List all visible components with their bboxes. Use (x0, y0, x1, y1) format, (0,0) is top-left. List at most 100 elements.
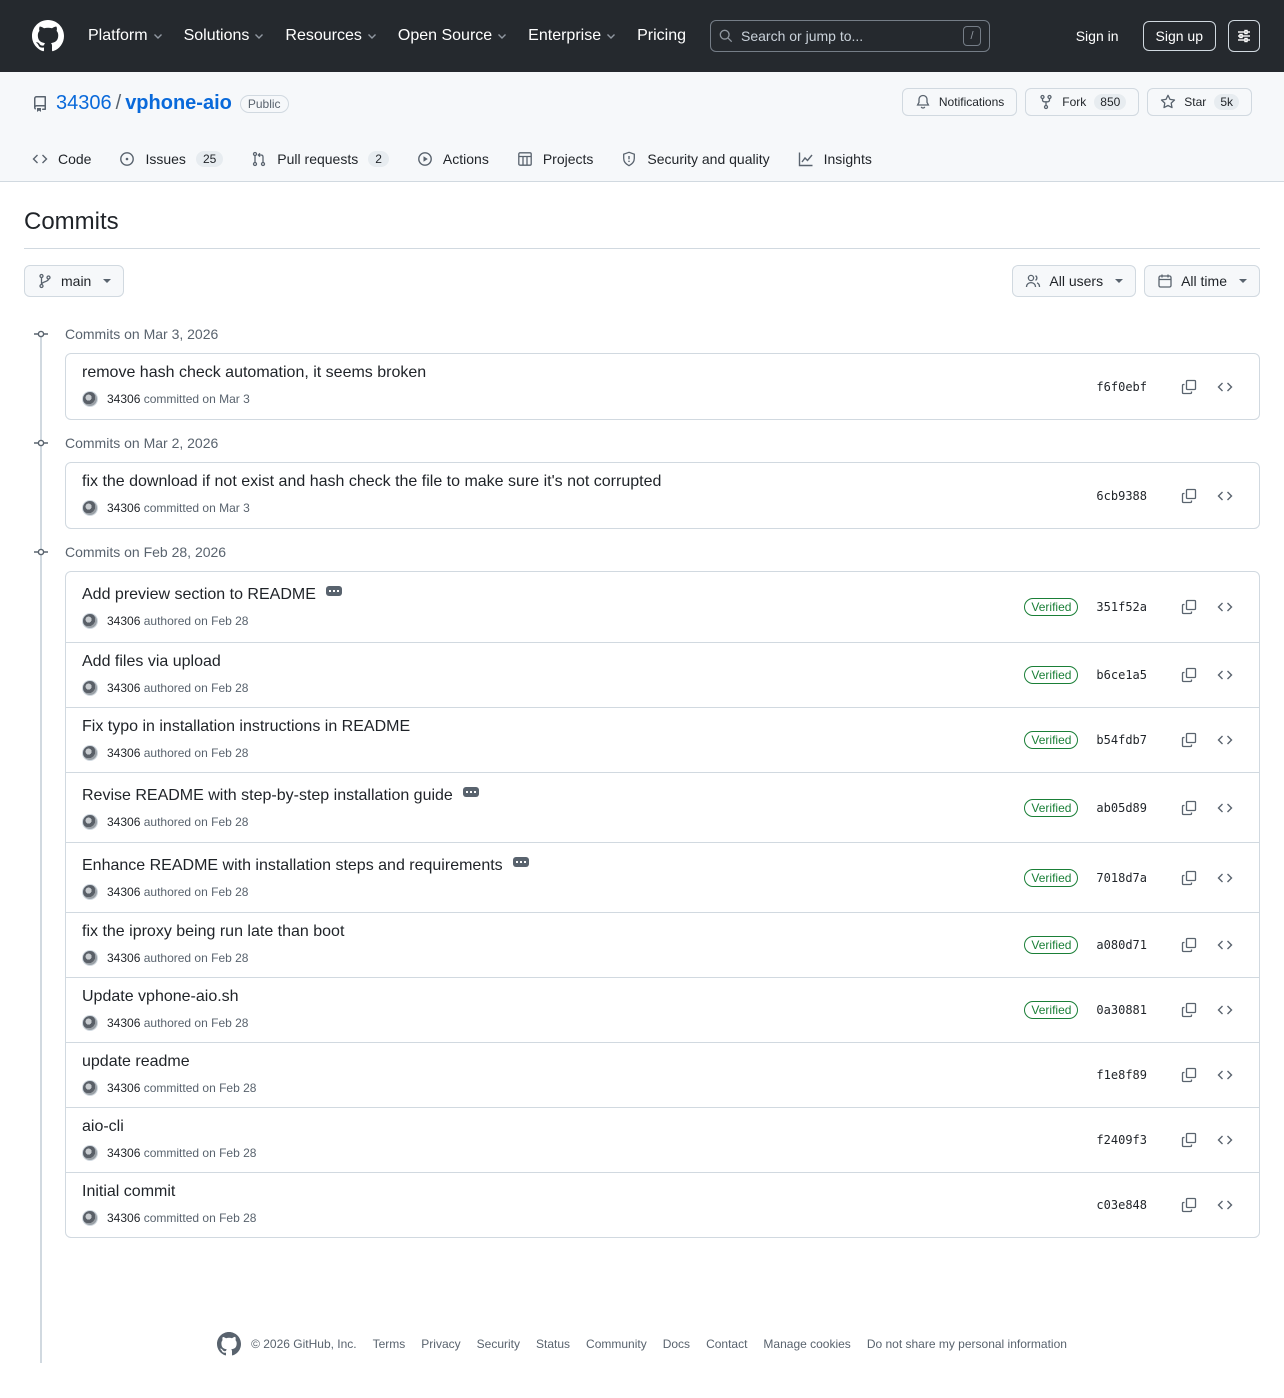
avatar[interactable] (82, 884, 98, 900)
star-button[interactable]: Star 5k (1147, 88, 1252, 116)
footer-link-privacy[interactable]: Privacy (421, 1337, 460, 1351)
commit-message-link[interactable]: Add files via upload (82, 653, 221, 671)
time-filter-button[interactable]: All time (1144, 265, 1260, 297)
commit-author-link[interactable]: 34306 (107, 1146, 140, 1160)
verified-badge[interactable]: Verified (1024, 1001, 1079, 1019)
footer-link-status[interactable]: Status (536, 1337, 570, 1351)
commit-message-link[interactable]: Update vphone-aio.sh (82, 988, 239, 1006)
tab-projects[interactable]: Projects (517, 136, 593, 182)
footer-link-do-not-share-my-personal-information[interactable]: Do not share my personal information (867, 1337, 1067, 1351)
copy-sha-button[interactable] (1179, 935, 1199, 955)
copy-sha-button[interactable] (1179, 730, 1199, 750)
tab-code[interactable]: Code (32, 136, 91, 182)
browse-repo-button[interactable] (1215, 1195, 1235, 1215)
notifications-button[interactable]: Notifications (901, 88, 1018, 116)
copy-sha-button[interactable] (1179, 1195, 1199, 1215)
avatar[interactable] (82, 391, 98, 407)
commit-sha-link[interactable]: f1e8f89 (1096, 1068, 1147, 1082)
users-filter-button[interactable]: All users (1012, 265, 1137, 297)
commit-sha-link[interactable]: ab05d89 (1096, 801, 1147, 815)
nav-item-solutions[interactable]: Solutions (184, 27, 266, 45)
commit-sha-link[interactable]: 351f52a (1096, 600, 1147, 614)
commit-sha-link[interactable]: 0a30881 (1096, 1003, 1147, 1017)
footer-link-docs[interactable]: Docs (663, 1337, 690, 1351)
verified-badge[interactable]: Verified (1024, 798, 1079, 817)
browse-repo-button[interactable] (1215, 665, 1235, 685)
appearance-settings-button[interactable] (1228, 20, 1260, 52)
commit-sha-link[interactable]: f6f0ebf (1096, 380, 1147, 394)
commit-author-link[interactable]: 34306 (107, 1081, 140, 1095)
browse-repo-button[interactable] (1215, 1000, 1235, 1020)
footer-link-manage-cookies[interactable]: Manage cookies (763, 1337, 850, 1351)
copy-sha-button[interactable] (1179, 665, 1199, 685)
commit-message-link[interactable]: Enhance README with installation steps a… (82, 857, 503, 875)
commit-sha-link[interactable]: 7018d7a (1096, 871, 1147, 885)
verified-badge[interactable]: Verified (1024, 936, 1079, 954)
avatar[interactable] (82, 950, 98, 966)
avatar[interactable] (82, 680, 98, 696)
avatar[interactable] (82, 1210, 98, 1226)
commit-message-link[interactable]: Initial commit (82, 1183, 175, 1201)
verified-badge[interactable]: Verified (1024, 598, 1079, 616)
footer-link-terms[interactable]: Terms (373, 1337, 406, 1351)
commit-author-link[interactable]: 34306 (107, 614, 140, 628)
copy-sha-button[interactable] (1179, 486, 1199, 506)
commit-message-link[interactable]: fix the iproxy being run late than boot (82, 923, 344, 941)
nav-item-resources[interactable]: Resources (285, 27, 377, 45)
search-input[interactable]: Search or jump to... / (710, 20, 990, 52)
browse-repo-button[interactable] (1215, 868, 1235, 888)
nav-item-platform[interactable]: Platform (88, 27, 164, 45)
avatar[interactable] (82, 500, 98, 516)
verified-badge[interactable]: Verified (1024, 731, 1079, 749)
copy-sha-button[interactable] (1179, 1065, 1199, 1085)
browse-repo-button[interactable] (1215, 730, 1235, 750)
github-logo-icon[interactable] (217, 1332, 242, 1356)
commit-author-link[interactable]: 34306 (107, 951, 140, 965)
browse-repo-button[interactable] (1215, 1130, 1235, 1150)
commit-sha-link[interactable]: b54fdb7 (1096, 733, 1147, 747)
commit-author-link[interactable]: 34306 (107, 1211, 140, 1225)
avatar[interactable] (82, 613, 98, 629)
tab-pull-requests[interactable]: Pull requests 2 (251, 136, 389, 182)
avatar[interactable] (82, 1145, 98, 1161)
commit-message-link[interactable]: fix the download if not exist and hash c… (82, 473, 661, 491)
github-logo-icon[interactable] (32, 20, 64, 52)
nav-item-enterprise[interactable]: Enterprise (528, 27, 617, 45)
copy-sha-button[interactable] (1179, 868, 1199, 888)
commit-sha-link[interactable]: b6ce1a5 (1096, 668, 1147, 682)
commit-author-link[interactable]: 34306 (107, 501, 140, 515)
footer-link-security[interactable]: Security (477, 1337, 520, 1351)
commit-message-link[interactable]: remove hash check automation, it seems b… (82, 364, 426, 382)
avatar[interactable] (82, 745, 98, 761)
commit-sha-link[interactable]: c03e848 (1096, 1198, 1147, 1212)
repo-owner-link[interactable]: 34306 (56, 92, 112, 115)
tab-security-and-quality[interactable]: Security and quality (621, 136, 770, 182)
commit-author-link[interactable]: 34306 (107, 885, 140, 899)
commit-sha-link[interactable]: a080d71 (1096, 938, 1147, 952)
commit-author-link[interactable]: 34306 (107, 746, 140, 760)
footer-link-contact[interactable]: Contact (706, 1337, 747, 1351)
tab-insights[interactable]: Insights (798, 136, 872, 182)
commit-message-link[interactable]: update readme (82, 1053, 190, 1071)
browse-repo-button[interactable] (1215, 935, 1235, 955)
verified-badge[interactable]: Verified (1024, 666, 1079, 684)
copy-sha-button[interactable] (1179, 597, 1199, 617)
copy-sha-button[interactable] (1179, 1130, 1199, 1150)
nav-item-pricing[interactable]: Pricing (637, 27, 686, 45)
fork-button[interactable]: Fork 850 (1025, 88, 1140, 116)
avatar[interactable] (82, 1015, 98, 1031)
commit-author-link[interactable]: 34306 (107, 1016, 140, 1030)
commit-sha-link[interactable]: f2409f3 (1096, 1133, 1147, 1147)
copy-sha-button[interactable] (1179, 798, 1199, 818)
verified-badge[interactable]: Verified (1024, 868, 1079, 887)
browse-repo-button[interactable] (1215, 798, 1235, 818)
tab-actions[interactable]: Actions (417, 136, 489, 182)
commit-author-link[interactable]: 34306 (107, 681, 140, 695)
commit-message-link[interactable]: Fix typo in installation instructions in… (82, 718, 410, 736)
avatar[interactable] (82, 814, 98, 830)
repo-name-link[interactable]: vphone-aio (125, 92, 232, 115)
commit-message-link[interactable]: Add preview section to README (82, 586, 316, 604)
footer-link-community[interactable]: Community (586, 1337, 647, 1351)
copy-sha-button[interactable] (1179, 377, 1199, 397)
commit-message-link[interactable]: aio-cli (82, 1118, 124, 1136)
